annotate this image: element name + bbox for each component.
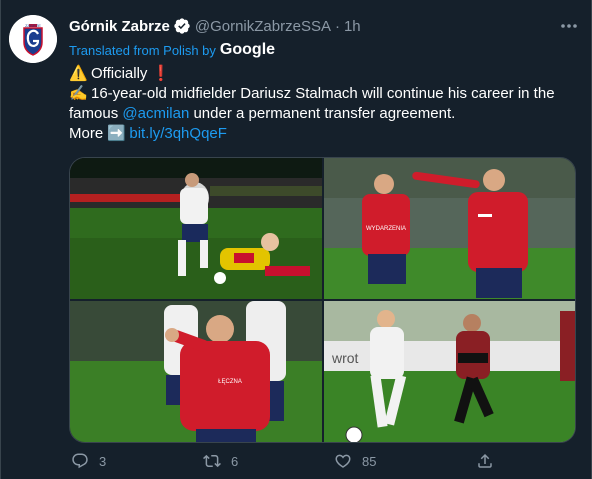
- translation-label: Translated from Polish by: [69, 42, 216, 58]
- like-button[interactable]: 85: [334, 452, 376, 470]
- tweet-line-1-text: Officially: [91, 65, 148, 82]
- photo-2-shirt-text: WYDARZENIA: [366, 226, 406, 232]
- separator-dot: ·: [334, 17, 340, 35]
- translation-note[interactable]: Translated from Polish by Google: [69, 41, 275, 59]
- account-handle[interactable]: @GornikZabrzeSSA: [195, 18, 331, 35]
- photo-3[interactable]: ŁĘCZNA: [70, 301, 322, 442]
- photo-3-shirt-text: ŁĘCZNA: [218, 379, 242, 385]
- warning-icon: ⚠️: [69, 65, 88, 82]
- more-icon[interactable]: [559, 18, 579, 34]
- like-icon: [335, 454, 351, 468]
- share-icon: [478, 453, 492, 468]
- google-logo: Google: [219, 41, 276, 58]
- reply-count: 3: [99, 453, 107, 469]
- reply-button[interactable]: 3: [71, 452, 106, 470]
- tweet[interactable]: ZABRZE Górnik Zabrze @GornikZabrzeSSA · …: [0, 0, 592, 479]
- retweet-count: 6: [231, 453, 239, 469]
- short-link[interactable]: bit.ly/3qhQqeF: [129, 125, 227, 142]
- account-name[interactable]: Górnik Zabrze: [69, 18, 170, 35]
- photo-4-banner-text: wrot: [331, 350, 359, 366]
- tweet-header: Górnik Zabrze @GornikZabrzeSSA · 1h: [69, 14, 361, 38]
- tweet-line-1: ⚠️ Officially ❗: [69, 64, 579, 84]
- like-count: 85: [362, 453, 377, 469]
- tweet-line-4: More ➡️ bit.ly/3qhQqeF: [69, 124, 579, 144]
- avatar-text: ZABRZE: [25, 23, 41, 28]
- reply-icon: [72, 453, 88, 469]
- tweet-time[interactable]: 1h: [344, 18, 361, 35]
- photo-4[interactable]: wrot: [324, 301, 575, 442]
- arrow-right-icon: ➡️: [107, 125, 127, 142]
- photo-2[interactable]: WYDARZENIA: [324, 158, 575, 299]
- tweet-line-2-text: 16-year-old midfielder Dariusz Stalmach …: [91, 85, 555, 102]
- tweet-line-2: ✍️ 16-year-old midfielder Dariusz Stalmac…: [69, 84, 579, 104]
- avatar[interactable]: ZABRZE: [9, 15, 57, 63]
- tweet-line-4-pre: More: [69, 125, 104, 142]
- media-grid: WYDARZENIA ŁĘCZNA wrot: [69, 157, 576, 443]
- tweet-line-3: famous @acmilan under a permanent transf…: [69, 104, 579, 124]
- verified-badge-icon: [174, 18, 190, 34]
- tweet-line-3-pre: famous: [69, 105, 119, 122]
- writing-hand-icon: ✍️: [69, 85, 88, 102]
- retweet-icon: [203, 454, 221, 468]
- mention-link[interactable]: @acmilan: [122, 105, 189, 122]
- share-button[interactable]: [476, 452, 504, 470]
- tweet-text: ⚠️ Officially ❗ ✍️ 16-year-old midfielder …: [69, 64, 579, 144]
- tweet-line-3-post: under a permanent transfer agreement.: [193, 105, 456, 122]
- exclamation-icon: ❗: [151, 65, 171, 82]
- photo-1[interactable]: [70, 158, 322, 299]
- tweet-actions: 3 6 85: [69, 452, 579, 476]
- retweet-button[interactable]: 6: [203, 452, 238, 470]
